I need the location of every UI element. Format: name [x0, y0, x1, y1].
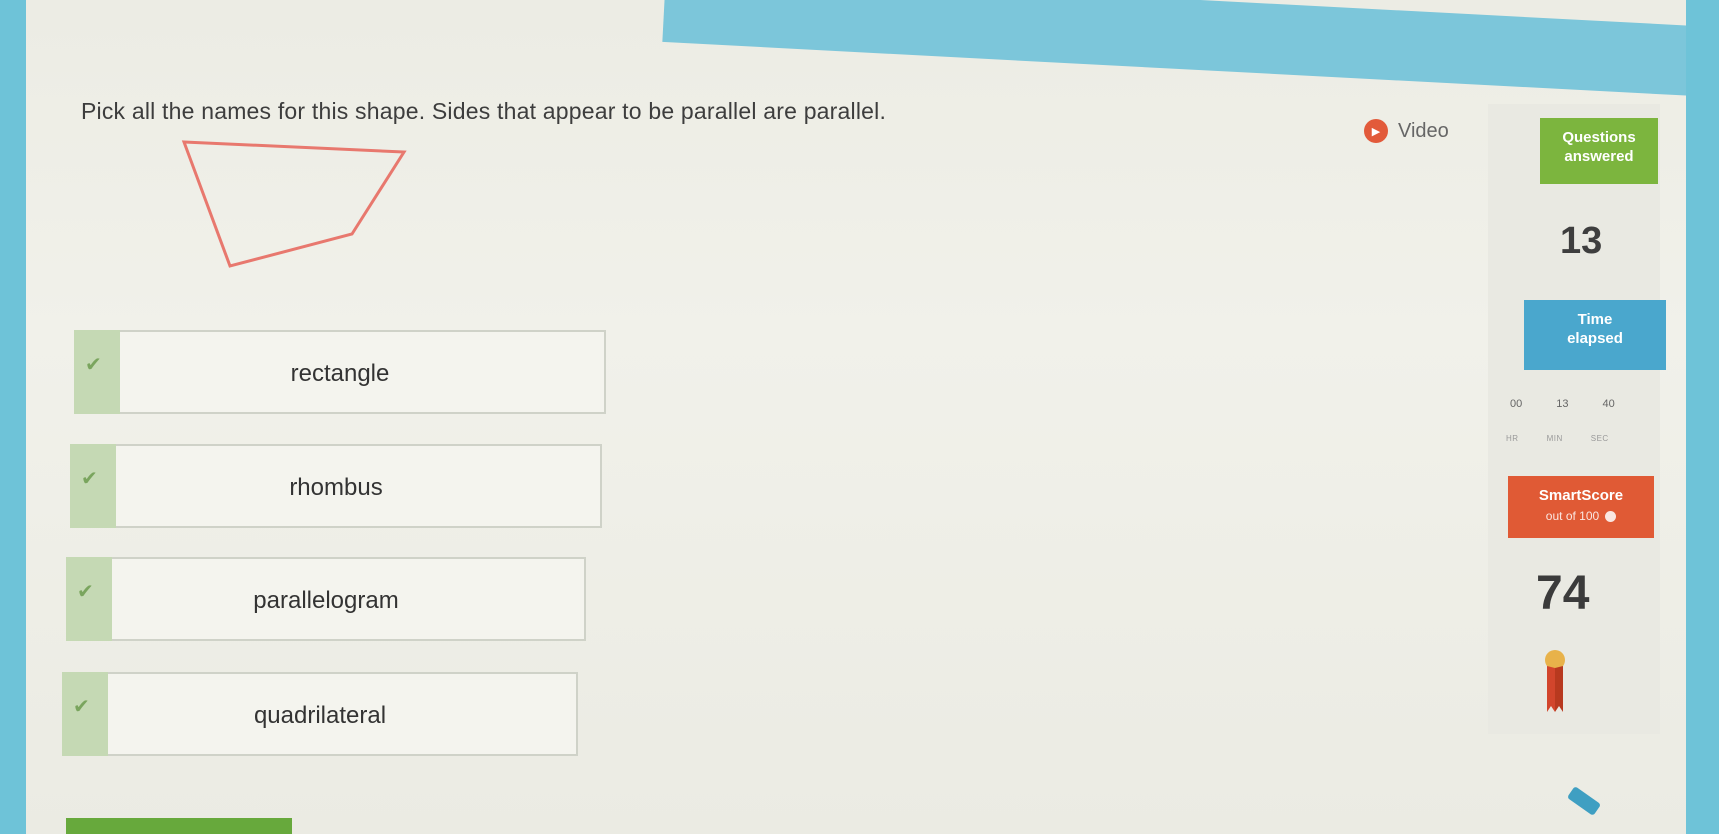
unit-sec: SEC	[1590, 434, 1609, 443]
play-icon: ▶	[1364, 119, 1388, 143]
time-elapsed-header: Time elapsed	[1524, 300, 1666, 370]
choice-rhombus[interactable]: ✔ rhombus	[70, 444, 602, 528]
unit-hr: HR	[1506, 434, 1519, 443]
choice-label: rectangle	[290, 360, 390, 387]
smartscore-title: SmartScore	[1538, 487, 1624, 504]
header-strip	[662, 0, 1686, 100]
ribbon-icon	[1545, 650, 1565, 712]
time-title: Time	[1577, 311, 1613, 328]
timer-seconds: 40	[1602, 398, 1615, 410]
quadrilateral-figure	[181, 140, 407, 268]
choice-label: rhombus	[289, 474, 383, 501]
choice-rectangle[interactable]: ✔ rectangle	[74, 330, 606, 414]
smartscore-subtitle: out of 100	[1545, 509, 1600, 523]
timer-units: HR MIN SEC	[1506, 434, 1609, 443]
choice-label: parallelogram	[253, 587, 399, 614]
stats-sidebar: Questions answered Time elapsed SmartSco…	[1488, 104, 1666, 734]
timer-hours: 00	[1510, 398, 1523, 410]
time-subtitle: elapsed	[1567, 330, 1623, 347]
questions-title: Questions	[1562, 129, 1636, 146]
choice-label: quadrilateral	[253, 702, 387, 729]
questions-answered-header: Questions answered	[1540, 118, 1658, 184]
smartscore-value: 74	[1536, 567, 1590, 620]
info-icon[interactable]	[1605, 511, 1617, 523]
shape-outline	[181, 140, 407, 268]
questions-subtitle: answered	[1564, 148, 1634, 165]
timer: 00 13 40	[1510, 398, 1615, 410]
choice-quadrilateral[interactable]: ✔ quadrilateral	[62, 672, 578, 756]
video-link[interactable]: ▶ Video	[1364, 119, 1449, 143]
unit-min: MIN	[1546, 434, 1563, 443]
submit-button[interactable]	[66, 818, 292, 834]
video-label: Video	[1398, 119, 1449, 142]
timer-minutes: 13	[1556, 398, 1569, 410]
question-text: Pick all the names for this shape. Sides…	[81, 98, 887, 124]
questions-answered-count: 13	[1560, 220, 1603, 262]
choice-parallelogram[interactable]: ✔ parallelogram	[66, 557, 586, 641]
smartscore-header: SmartScore out of 100	[1508, 476, 1654, 538]
